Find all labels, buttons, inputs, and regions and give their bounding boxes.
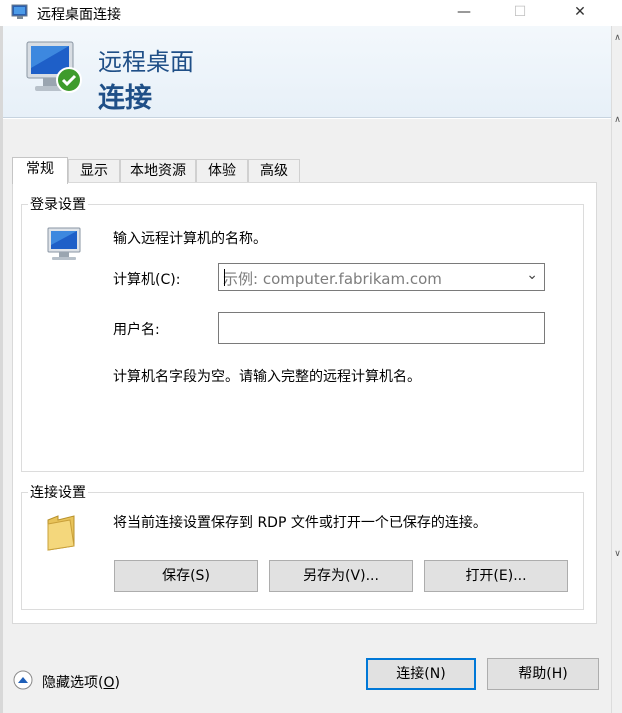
computer-combobox[interactable]: 示例: computer.fabrikam.com ⌄ (218, 263, 545, 291)
save-button[interactable]: 保存(S) (114, 560, 258, 592)
username-input[interactable] (218, 312, 545, 344)
chevron-down-icon[interactable]: ⌄ (526, 267, 538, 283)
computer-empty-message: 计算机名字段为空。请输入完整的远程计算机名。 (113, 369, 421, 385)
tab-local-resources[interactable]: 本地资源 (120, 159, 196, 183)
help-button[interactable]: 帮助(H) (487, 658, 599, 690)
header-subtitle: 连接 (98, 83, 152, 114)
connection-settings-title: 连接设置 (28, 482, 88, 502)
hide-options-label[interactable]: 隐藏选项(O) (42, 672, 120, 692)
computer-placeholder: 示例: computer.fabrikam.com (223, 270, 442, 288)
username-label: 用户名: (113, 322, 160, 338)
chevron-up-circle-icon[interactable] (13, 670, 33, 690)
text-cursor (224, 269, 225, 286)
remote-desktop-app-icon (11, 4, 28, 19)
maximize-button[interactable]: ☐ (497, 0, 543, 26)
scroll-up-icon[interactable]: ∧ (612, 114, 622, 126)
background-window-scrollbar[interactable]: ∧ ∧ ∨ (611, 26, 622, 713)
title-bar[interactable]: 远程桌面连接 — ☐ ✕ (0, 0, 622, 26)
remote-desktop-monitor-icon (26, 41, 82, 93)
close-button[interactable]: ✕ (557, 0, 603, 26)
login-instruction: 输入远程计算机的名称。 (113, 231, 267, 247)
open-button[interactable]: 打开(E)... (424, 560, 568, 592)
tab-experience[interactable]: 体验 (196, 159, 248, 183)
dialog-header-banner: 远程桌面 连接 (3, 26, 611, 118)
connection-settings-group: 连接设置 (21, 482, 584, 610)
minimize-button[interactable]: — (441, 0, 487, 26)
header-title: 远程桌面 (98, 48, 194, 76)
computer-label: 计算机(C): (113, 272, 181, 288)
connection-description: 将当前连接设置保存到 RDP 文件或打开一个已保存的连接。 (113, 515, 487, 531)
tab-advanced[interactable]: 高级 (248, 159, 300, 183)
login-settings-title: 登录设置 (28, 194, 88, 214)
connect-button[interactable]: 连接(N) (366, 658, 476, 690)
window-title: 远程桌面连接 (37, 7, 121, 23)
computer-icon (47, 227, 81, 260)
scroll-down-icon[interactable]: ∨ (612, 548, 622, 560)
save-as-button[interactable]: 另存为(V)... (269, 560, 413, 592)
tab-general[interactable]: 常规 (12, 157, 68, 184)
folder-icon (47, 515, 75, 551)
tab-display[interactable]: 显示 (68, 159, 120, 183)
scroll-up-icon[interactable]: ∧ (612, 32, 622, 44)
